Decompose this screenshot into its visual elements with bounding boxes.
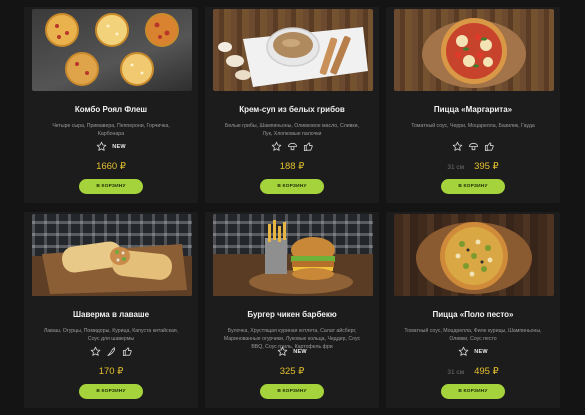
product-description: Четыре сыра, Примавера, Пепперони, Горчи… [52, 123, 170, 137]
product-price: 495 ₽ [474, 366, 499, 377]
product-photo-mushroom-soup[interactable] [213, 9, 373, 91]
product-card: Комбо Роял Флеш Четыре сыра, Примавера, … [24, 7, 198, 203]
pizza-size: 31 см [447, 369, 465, 376]
new-badge: NEW [293, 348, 307, 355]
product-description: Томатный соус, Моцарелла, Филе курицы, Ш… [404, 328, 542, 342]
star-outline-icon[interactable] [452, 141, 463, 152]
product-price: 395 ₽ [474, 161, 499, 172]
star-outline-icon[interactable] [271, 141, 282, 152]
mushroom-icon [468, 142, 478, 151]
add-to-cart-button[interactable]: В КОРЗИНУ [441, 384, 505, 399]
product-photo-chicken-burger[interactable] [213, 214, 373, 296]
product-photo-combo-pizzas[interactable] [32, 9, 192, 91]
add-to-cart-button[interactable]: В КОРЗИНУ [260, 384, 324, 399]
product-card: Шаверма в лаваше Лаваш, Огурцы, Помидоры… [24, 212, 198, 408]
product-title[interactable]: Крем-суп из белых грибов [205, 105, 379, 114]
product-pricing: 31 см 495 ₽ [386, 366, 560, 377]
product-photo-pizza-pollo-pesto[interactable] [394, 214, 554, 296]
thumbs-up-icon [303, 142, 313, 152]
product-description: Томатный соус, Черри, Моцарелла, Базилик… [411, 123, 535, 129]
product-icons [24, 346, 198, 357]
product-pricing: 1660 ₽ [24, 161, 198, 172]
product-icons [205, 141, 379, 152]
chili-pepper-icon [106, 346, 115, 357]
product-icons [386, 141, 560, 152]
star-outline-icon[interactable] [458, 346, 469, 357]
product-card: Бургер чикен барбекю Булочка, Хрустящая … [205, 212, 379, 408]
star-outline-icon[interactable] [96, 141, 107, 152]
add-to-cart-button[interactable]: В КОРЗИНУ [260, 179, 324, 194]
product-title[interactable]: Шаверма в лаваше [24, 310, 198, 319]
product-photo-shawarma[interactable] [32, 214, 192, 296]
add-to-cart-button[interactable]: В КОРЗИНУ [79, 179, 143, 194]
pizza-size: 31 см [447, 164, 465, 171]
product-icons: NEW [386, 346, 560, 357]
thumbs-up-icon [484, 142, 494, 152]
add-to-cart-button[interactable]: В КОРЗИНУ [441, 179, 505, 194]
product-title[interactable]: Пицца «Поло песто» [386, 310, 560, 319]
product-pricing: 325 ₽ [205, 366, 379, 377]
product-title[interactable]: Бургер чикен барбекю [205, 310, 379, 319]
star-outline-icon[interactable] [90, 346, 101, 357]
product-card: Пицца «Маргарита» Томатный соус, Черри, … [386, 7, 560, 203]
thumbs-up-icon [122, 347, 132, 357]
product-title[interactable]: Пицца «Маргарита» [386, 105, 560, 114]
product-card: Пицца «Поло песто» Томатный соус, Моцаре… [386, 212, 560, 408]
new-badge: NEW [112, 143, 126, 150]
product-price: 170 ₽ [98, 366, 124, 377]
product-description: Лаваш, Огурцы, Помидоры, Курица, Капуста… [43, 328, 179, 342]
product-price: 188 ₽ [279, 161, 305, 172]
product-icons: NEW [24, 141, 198, 152]
mushroom-icon [287, 142, 297, 151]
product-pricing: 170 ₽ [24, 366, 198, 377]
product-price: 1660 ₽ [96, 161, 126, 172]
product-icons: NEW [205, 346, 379, 357]
product-pricing: 31 см 395 ₽ [386, 161, 560, 172]
product-card: Крем-суп из белых грибов Белые грибы, Ша… [205, 7, 379, 203]
product-description: Белые грибы, Шампиньоны, Оливковое масло… [224, 123, 359, 137]
add-to-cart-button[interactable]: В КОРЗИНУ [79, 384, 143, 399]
product-title[interactable]: Комбо Роял Флеш [24, 105, 198, 114]
star-outline-icon[interactable] [277, 346, 288, 357]
product-pricing: 188 ₽ [205, 161, 379, 172]
new-badge: NEW [474, 348, 488, 355]
product-photo-pizza-margherita[interactable] [394, 9, 554, 91]
product-price: 325 ₽ [279, 366, 305, 377]
